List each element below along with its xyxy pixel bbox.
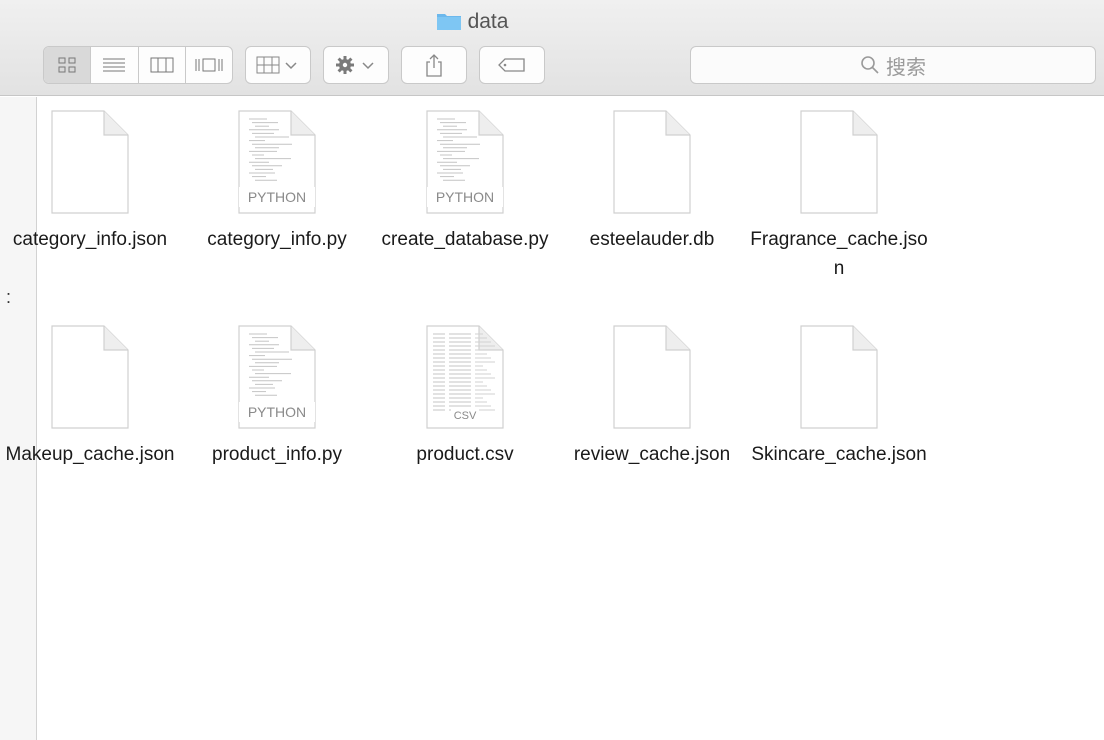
arrange-icon bbox=[256, 56, 297, 74]
column-view-button[interactable] bbox=[139, 47, 186, 83]
file-name: category_info.json bbox=[12, 229, 168, 250]
file-item[interactable]: Skincare_cache.json bbox=[744, 324, 934, 469]
file-grid: category_info.json PYTHON category_info.py… bbox=[6, 97, 1104, 740]
file-item[interactable]: PYTHON create_database.py bbox=[370, 109, 560, 254]
file-name: Fragrance_cache.json bbox=[750, 229, 928, 279]
file-name: product.csv bbox=[416, 444, 514, 465]
document-icon bbox=[613, 110, 691, 214]
icon-view-icon bbox=[58, 57, 76, 73]
file-item[interactable]: category_info.json bbox=[0, 109, 185, 254]
file-name: create_database.py bbox=[381, 229, 549, 250]
document-icon bbox=[800, 110, 878, 214]
share-icon bbox=[426, 54, 442, 77]
search-icon bbox=[861, 56, 879, 74]
cover-flow-view-button[interactable] bbox=[186, 47, 232, 83]
tag-button[interactable] bbox=[479, 46, 545, 84]
svg-text:CSV: CSV bbox=[454, 410, 477, 422]
svg-text:PYTHON: PYTHON bbox=[248, 404, 306, 420]
file-name: category_info.py bbox=[207, 229, 347, 250]
list-view-icon bbox=[103, 58, 126, 72]
file-name: review_cache.json bbox=[573, 444, 731, 465]
csv-document-icon: CSV bbox=[426, 325, 504, 429]
file-name: product_info.py bbox=[212, 444, 342, 465]
python-document-icon: PYTHON bbox=[426, 110, 504, 214]
search-placeholder: 搜索 bbox=[886, 56, 926, 79]
python-document-icon: PYTHON bbox=[238, 110, 316, 214]
action-button[interactable] bbox=[323, 46, 389, 84]
file-item[interactable]: PYTHON category_info.py bbox=[182, 109, 372, 254]
window-title-text: data bbox=[467, 10, 509, 33]
sidebar-handle-icon[interactable]: : bbox=[6, 287, 11, 308]
document-icon bbox=[51, 110, 129, 214]
python-document-icon: PYTHON bbox=[238, 325, 316, 429]
folder-icon bbox=[436, 14, 461, 30]
view-switcher bbox=[43, 46, 233, 84]
share-button[interactable] bbox=[401, 46, 467, 84]
file-item[interactable]: Fragrance_cache.json bbox=[744, 109, 934, 283]
svg-text:PYTHON: PYTHON bbox=[436, 189, 494, 205]
document-icon bbox=[613, 325, 691, 429]
document-icon bbox=[51, 325, 129, 429]
file-item[interactable]: esteelauder.db bbox=[557, 109, 747, 254]
window-title: data bbox=[0, 8, 944, 36]
toolbar: data 搜索 bbox=[0, 0, 1104, 96]
svg-text:PYTHON: PYTHON bbox=[248, 189, 306, 205]
file-item[interactable]: Makeup_cache.json bbox=[0, 324, 185, 469]
document-icon bbox=[800, 325, 878, 429]
column-view-icon bbox=[150, 57, 174, 73]
file-item[interactable]: PYTHON product_info.py bbox=[182, 324, 372, 469]
list-view-button[interactable] bbox=[91, 47, 139, 83]
icon-view-button[interactable] bbox=[44, 47, 92, 83]
file-name: Skincare_cache.json bbox=[751, 444, 927, 465]
tag-icon bbox=[498, 58, 525, 72]
file-name: esteelauder.db bbox=[589, 229, 715, 250]
file-name: Makeup_cache.json bbox=[5, 444, 175, 465]
file-item[interactable]: review_cache.json bbox=[557, 324, 747, 469]
gear-icon bbox=[336, 56, 374, 74]
cover-flow-icon bbox=[195, 58, 223, 72]
file-item[interactable]: CSV product.csv bbox=[370, 324, 560, 469]
arrange-button[interactable] bbox=[245, 46, 311, 84]
search-field[interactable]: 搜索 bbox=[690, 46, 1096, 84]
